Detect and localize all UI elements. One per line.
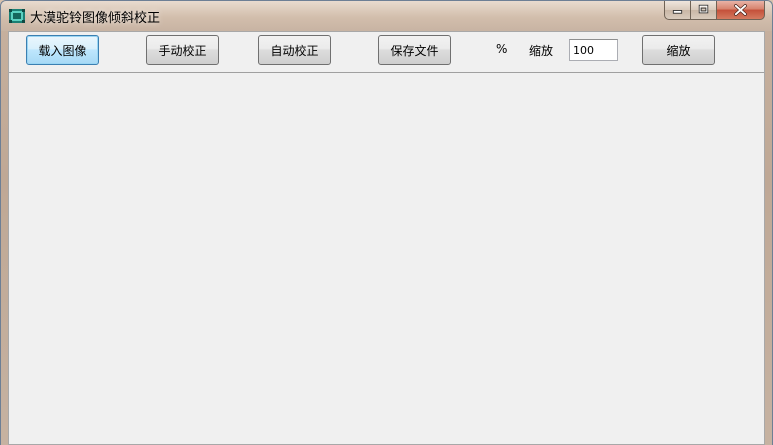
- window-title: 大漠驼铃图像倾斜校正: [30, 11, 161, 26]
- auto-correct-button[interactable]: 自动校正: [258, 35, 331, 65]
- save-file-button[interactable]: 保存文件: [378, 35, 451, 65]
- maximize-button[interactable]: [691, 1, 717, 20]
- zoom-input[interactable]: [569, 39, 618, 61]
- app-icon: [9, 9, 25, 23]
- maximize-icon: [698, 4, 709, 14]
- client-area: 载入图像 手动校正 自动校正 保存文件 % 缩放 缩放: [8, 31, 765, 445]
- toolbar: 载入图像 手动校正 自动校正 保存文件 % 缩放 缩放: [9, 32, 764, 73]
- manual-correct-button[interactable]: 手动校正: [146, 35, 219, 65]
- minimize-icon: [672, 10, 683, 14]
- percent-label: %: [496, 42, 508, 56]
- caption-buttons: [664, 1, 765, 21]
- zoom-button[interactable]: 缩放: [642, 35, 715, 65]
- zoom-label: 缩放: [529, 44, 554, 58]
- title-bar[interactable]: 大漠驼铃图像倾斜校正: [1, 1, 772, 31]
- load-image-button[interactable]: 载入图像: [26, 35, 99, 65]
- minimize-button[interactable]: [664, 1, 691, 20]
- app-window: 大漠驼铃图像倾斜校正 载入图像 手动校正 自动校正 保存文件 % 缩放 100 …: [0, 0, 773, 445]
- image-canvas[interactable]: [9, 73, 764, 444]
- close-button[interactable]: [717, 1, 765, 20]
- close-icon: [734, 4, 747, 16]
